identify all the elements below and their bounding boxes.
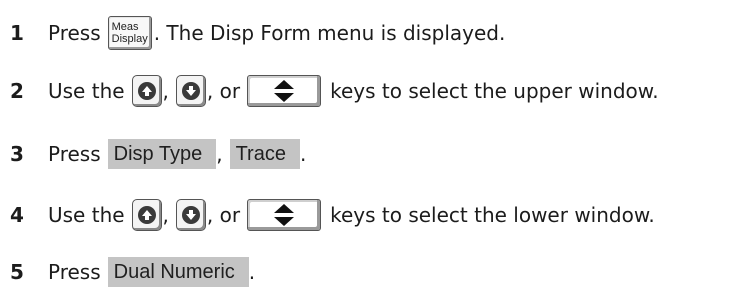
step-end: . (299, 142, 307, 166)
step-text: Press (48, 260, 101, 284)
softkey-trace: Trace (229, 139, 300, 169)
softkey-dual-numeric: Dual Numeric (107, 257, 249, 287)
up-arrow-key-icon (131, 199, 162, 231)
up-down-rotary-key-icon (247, 199, 322, 231)
step-text: . The Disp Form menu is displayed. (153, 21, 506, 45)
softkey-disp-type: Disp Type (107, 139, 217, 169)
step-1: 1 Press Meas Display . The Disp Form men… (0, 11, 505, 55)
step-number: 4 (10, 203, 24, 227)
step-3: 3 Press Disp Type , Trace . (0, 132, 306, 176)
step-5: 5 Press Dual Numeric . (0, 250, 255, 294)
step-text: keys to select the lower window. (330, 203, 655, 227)
step-text: Press (48, 142, 101, 166)
step-text: Use the (48, 79, 125, 103)
separator: , (216, 142, 223, 166)
meas-display-key: Meas Display (107, 16, 152, 50)
step-2: 2 Use the , , or keys to select the uppe… (0, 69, 659, 113)
step-number: 5 (10, 260, 24, 284)
key-label-line1: Meas (111, 21, 139, 33)
separator: , (162, 79, 169, 103)
down-arrow-key-icon (175, 75, 206, 107)
separator: , or (206, 203, 241, 227)
up-arrow-key-icon (131, 75, 162, 107)
step-number: 3 (10, 142, 24, 166)
step-end: . (248, 260, 256, 284)
step-4: 4 Use the , , or keys to select the lowe… (0, 193, 655, 237)
step-text: keys to select the upper window. (330, 79, 659, 103)
up-down-rotary-key-icon (247, 75, 322, 107)
separator: , (162, 203, 169, 227)
down-arrow-key-icon (175, 199, 206, 231)
key-label-line2: Display (111, 33, 148, 45)
step-text: Press (48, 21, 101, 45)
step-text: Use the (48, 203, 125, 227)
step-number: 2 (10, 79, 24, 103)
step-number: 1 (10, 21, 24, 45)
separator: , or (206, 79, 241, 103)
